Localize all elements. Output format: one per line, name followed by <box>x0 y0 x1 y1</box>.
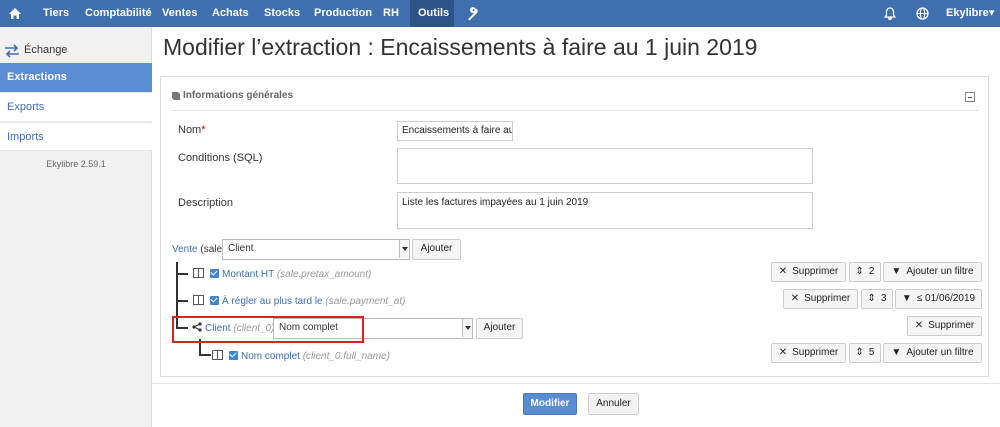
filter-icon: ▼ <box>891 347 902 358</box>
sidebar-item-extractions[interactable]: Extractions <box>0 63 152 92</box>
nav-item-comptabilite[interactable]: Comptabilité <box>77 0 160 27</box>
delete-button[interactable]: ✕ Supprimer <box>771 262 846 282</box>
column-icon <box>212 350 223 360</box>
page-title: Modifier l’extraction : Encaissements à … <box>163 34 758 60</box>
filter-label: ≤ 01/06/2019 <box>916 293 976 304</box>
cancel-button[interactable]: Annuler <box>588 393 639 415</box>
row-path: (client_0.full_name) <box>302 351 390 362</box>
root-select-value: Client <box>228 243 254 254</box>
tree-connector <box>176 273 188 275</box>
row-label[interactable]: Nom complet <box>241 351 300 362</box>
close-icon: ✕ <box>790 293 800 304</box>
delete-label: Supprimer <box>928 320 975 331</box>
sidebar-item-imports[interactable]: Imports <box>0 122 152 151</box>
checkbox[interactable] <box>229 351 238 360</box>
checkbox[interactable] <box>210 296 219 305</box>
top-navbar: Tiers Comptabilité Ventes Achats Stocks … <box>0 0 1000 27</box>
chevron-down-icon: ▾ <box>988 7 995 19</box>
globe-icon[interactable] <box>908 0 934 27</box>
filter-icon: ▼ <box>891 266 902 277</box>
nav-item-tiers[interactable]: Tiers <box>35 0 77 27</box>
row-path: (sale.payment_at) <box>325 296 406 307</box>
name-label: Nom* <box>178 124 206 136</box>
filter-button[interactable]: ▼ ≤ 01/06/2019 <box>895 289 982 309</box>
sidebar: Échange Extractions Exports Imports Ekyl… <box>0 27 152 427</box>
conditions-textarea[interactable] <box>397 148 813 184</box>
close-icon: ✕ <box>778 266 788 277</box>
tree-connector <box>176 300 188 302</box>
tree-connector <box>199 354 211 356</box>
row-label[interactable]: À régler au plus tard le <box>222 296 323 307</box>
root-association-select[interactable]: Client <box>222 239 410 260</box>
required-marker: * <box>201 124 206 136</box>
order-value: 2 <box>868 266 875 277</box>
delete-button[interactable]: ✕ Supprimer <box>783 289 858 309</box>
wrench-icon[interactable] <box>458 0 484 27</box>
footer-divider <box>152 383 1000 384</box>
tree-root-label: Vente (sale) <box>172 244 225 255</box>
order-button[interactable]: ⇕ 5 <box>849 343 881 363</box>
chevron-down-icon <box>462 319 472 337</box>
submit-button[interactable]: Modifier <box>523 393 577 415</box>
tree-row: Nom complet (client_0.full_name) <box>212 350 390 362</box>
nav-item-rh[interactable]: RH <box>375 0 407 27</box>
column-icon <box>193 268 204 278</box>
add-filter-button[interactable]: ▼ Ajouter un filtre <box>883 262 982 282</box>
highlight-box <box>172 316 364 343</box>
user-menu[interactable]: Ekylibre▾ <box>938 0 1000 27</box>
column-icon <box>193 295 204 305</box>
book-icon <box>172 92 180 100</box>
home-icon[interactable] <box>0 0 30 27</box>
row-label[interactable]: Montant HT <box>222 269 274 280</box>
delete-button[interactable]: ✕ Supprimer <box>771 343 846 363</box>
panel-title: Informations générales <box>183 90 294 101</box>
delete-label: Supprimer <box>804 293 851 304</box>
order-value: 3 <box>880 293 887 304</box>
bell-icon[interactable] <box>876 0 900 27</box>
nav-item-achats[interactable]: Achats <box>204 0 257 27</box>
conditions-label: Conditions (SQL) <box>178 152 263 164</box>
root-link-vente[interactable]: Vente <box>172 244 198 255</box>
close-icon: ✕ <box>914 320 924 331</box>
nav-item-production[interactable]: Production <box>306 0 380 27</box>
client-add-button[interactable]: Ajouter <box>476 318 523 339</box>
order-value: 5 <box>868 347 875 358</box>
collapse-icon[interactable] <box>965 92 975 102</box>
sidebar-section-title: Échange <box>24 44 68 56</box>
description-label: Description <box>178 197 234 209</box>
root-add-button[interactable]: Ajouter <box>412 239 461 260</box>
nav-item-stocks[interactable]: Stocks <box>256 0 308 27</box>
sort-icon: ⇕ <box>855 266 864 277</box>
filter-icon: ▼ <box>901 293 912 304</box>
add-filter-button[interactable]: ▼ Ajouter un filtre <box>883 343 982 363</box>
chevron-down-icon <box>399 240 409 258</box>
filter-label: Ajouter un filtre <box>906 266 974 277</box>
delete-label: Supprimer <box>792 347 839 358</box>
sort-icon: ⇕ <box>867 293 876 304</box>
close-icon: ✕ <box>778 347 788 358</box>
sidebar-item-exports[interactable]: Exports <box>0 92 152 121</box>
tree-row: Montant HT (sale.pretax_amount) <box>193 268 371 280</box>
panel-divider <box>171 110 979 111</box>
sort-icon: ⇕ <box>855 347 864 358</box>
panel-header: Informations générales <box>171 87 981 109</box>
delete-button[interactable]: ✕ Supprimer <box>907 316 982 336</box>
app-version: Ekylibre 2.59.1 <box>46 159 106 169</box>
user-name: Ekylibre <box>946 7 989 19</box>
name-label-text: Nom <box>178 124 202 136</box>
filter-label: Ajouter un filtre <box>906 347 974 358</box>
nav-item-outils[interactable]: Outils <box>410 0 454 27</box>
name-input[interactable]: Encaissements à faire au 1 <box>397 121 513 141</box>
exchange-icon <box>5 44 19 58</box>
nav-item-ventes[interactable]: Ventes <box>154 0 205 27</box>
order-button[interactable]: ⇕ 2 <box>849 262 881 282</box>
checkbox[interactable] <box>210 269 219 278</box>
row-path: (sale.pretax_amount) <box>276 269 372 280</box>
order-button[interactable]: ⇕ 3 <box>861 289 893 309</box>
tree-row: À régler au plus tard le (sale.payment_a… <box>193 295 405 307</box>
delete-label: Supprimer <box>792 266 839 277</box>
description-textarea[interactable]: Liste les factures impayées au 1 juin 20… <box>397 192 813 229</box>
